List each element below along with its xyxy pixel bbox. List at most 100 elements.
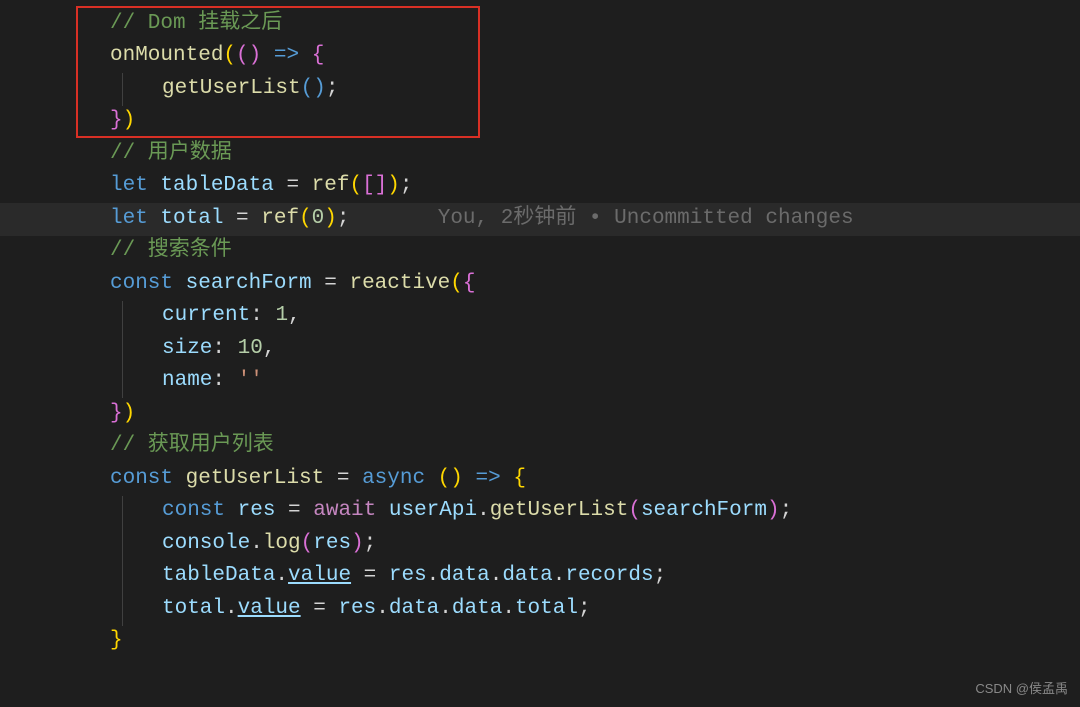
op <box>261 40 274 73</box>
variable: total <box>160 203 223 236</box>
property: data <box>389 593 439 626</box>
string: '' <box>238 365 263 398</box>
keyword: let <box>110 203 148 236</box>
bracket: [] <box>362 170 387 203</box>
code-line[interactable]: }) <box>0 398 1080 431</box>
paren: ( <box>628 495 641 528</box>
property: records <box>565 560 653 593</box>
paren: ) <box>351 528 364 561</box>
code-line[interactable]: }) <box>0 106 1080 139</box>
arrow: => <box>274 40 299 73</box>
paren: ) <box>123 105 136 138</box>
code-line[interactable]: onMounted(() => { <box>0 41 1080 74</box>
code-line[interactable]: // 用户数据 <box>0 138 1080 171</box>
paren: ( <box>450 268 463 301</box>
indent-guide <box>122 528 123 561</box>
brace: { <box>312 40 325 73</box>
variable: res <box>238 495 276 528</box>
op: = <box>223 203 261 236</box>
function-call: onMounted <box>110 40 223 73</box>
semicolon: ; <box>578 593 591 626</box>
dot: . <box>376 593 389 626</box>
semicolon: ; <box>780 495 793 528</box>
code-line[interactable]: name: '' <box>0 366 1080 399</box>
paren: () <box>301 73 326 106</box>
space <box>225 495 238 528</box>
object: res <box>338 593 376 626</box>
indent-guide <box>122 333 123 366</box>
colon: : <box>212 365 237 398</box>
brace: } <box>110 398 123 431</box>
function-call: ref <box>312 170 350 203</box>
space <box>463 463 476 496</box>
code-line[interactable]: size: 10, <box>0 333 1080 366</box>
dot: . <box>439 593 452 626</box>
paren: ( <box>223 40 236 73</box>
op: = <box>351 560 389 593</box>
semicolon: ; <box>400 170 413 203</box>
property: current <box>162 300 250 333</box>
object: console <box>162 528 250 561</box>
code-line-current[interactable]: let total = ref(0); You, 2秒钟前 • Uncommit… <box>0 203 1080 236</box>
comment-text: // 获取用户列表 <box>110 430 274 463</box>
semicolon: ; <box>326 73 339 106</box>
indent-guide <box>122 561 123 594</box>
space <box>376 495 389 528</box>
method: getUserList <box>490 495 629 528</box>
dot: . <box>427 560 440 593</box>
semicolon: ; <box>654 560 667 593</box>
code-line[interactable]: current: 1, <box>0 301 1080 334</box>
dot: . <box>490 560 503 593</box>
code-line[interactable]: total.value = res.data.data.total; <box>0 593 1080 626</box>
paren: ) <box>387 170 400 203</box>
function-call: getUserList <box>162 73 301 106</box>
comma: , <box>263 333 276 366</box>
property: data <box>439 560 489 593</box>
code-line[interactable]: const getUserList = async () => { <box>0 463 1080 496</box>
comma: , <box>288 300 301 333</box>
paren: ( <box>299 203 312 236</box>
colon: : <box>250 300 275 333</box>
brace: } <box>110 105 123 138</box>
code-line[interactable]: let tableData = ref([]); <box>0 171 1080 204</box>
paren: () <box>236 40 261 73</box>
keyword: let <box>110 170 148 203</box>
op: = <box>312 268 350 301</box>
watermark: CSDN @侯孟禹 <box>975 679 1068 699</box>
property: size <box>162 333 212 366</box>
object: res <box>389 560 427 593</box>
indent-guide <box>122 301 123 334</box>
code-line[interactable]: const res = await userApi.getUserList(se… <box>0 496 1080 529</box>
paren: ) <box>123 398 136 431</box>
space <box>173 463 186 496</box>
code-line[interactable]: } <box>0 626 1080 659</box>
code-line[interactable]: // 搜索条件 <box>0 236 1080 269</box>
code-line[interactable]: tableData.value = res.data.data.records; <box>0 561 1080 594</box>
indent-guide <box>122 496 123 529</box>
argument: res <box>313 528 351 561</box>
dot: . <box>477 495 490 528</box>
code-line[interactable]: console.log(res); <box>0 528 1080 561</box>
brace: { <box>463 268 476 301</box>
paren: ) <box>767 495 780 528</box>
code-line[interactable]: const searchForm = reactive({ <box>0 268 1080 301</box>
op: = <box>324 463 362 496</box>
comment-text: // 用户数据 <box>110 138 232 171</box>
property: data <box>502 560 552 593</box>
op: = <box>275 495 313 528</box>
code-line[interactable]: // Dom 挂载之后 <box>0 8 1080 41</box>
space <box>148 203 161 236</box>
method: log <box>263 528 301 561</box>
object: total <box>162 593 225 626</box>
code-line[interactable]: getUserList(); <box>0 73 1080 106</box>
semicolon: ; <box>337 203 350 236</box>
git-blame-annotation: You, 2秒钟前 • Uncommitted changes <box>438 203 854 236</box>
indent-guide <box>122 73 123 106</box>
comment-text: // Dom 挂载之后 <box>110 8 282 41</box>
code-editor[interactable]: // Dom 挂载之后 onMounted(() => { getUserLis… <box>0 0 1080 666</box>
op: = <box>301 593 339 626</box>
keyword: await <box>313 495 376 528</box>
dot: . <box>553 560 566 593</box>
code-line[interactable]: // 获取用户列表 <box>0 431 1080 464</box>
object: userApi <box>389 495 477 528</box>
